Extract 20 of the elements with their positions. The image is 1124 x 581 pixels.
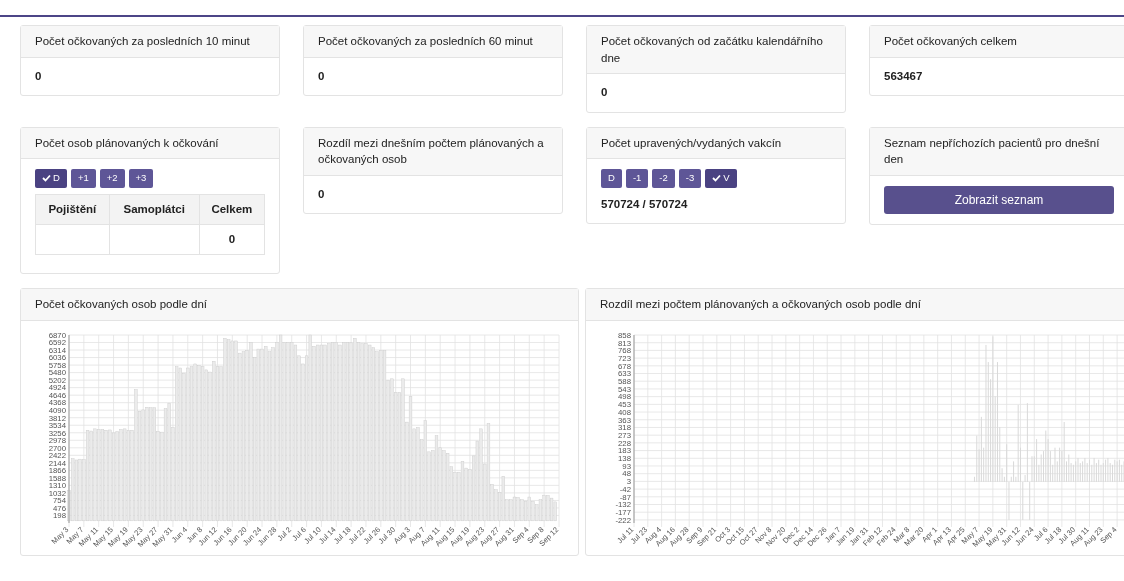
table-cell: 0 bbox=[199, 224, 265, 255]
column-header: Pojištění bbox=[35, 194, 110, 225]
card-header: Počet očkovaných osob podle dní bbox=[21, 289, 578, 321]
card-header: Počet očkovaných za posledních 60 minut bbox=[304, 26, 562, 58]
card-header: Počet očkovaných za posledních 10 minut bbox=[21, 26, 279, 58]
card-header: Rozdíl mezi dnešním počtem plánovaných a očkovaných osob bbox=[304, 127, 562, 176]
value-text: 0 bbox=[601, 85, 609, 101]
value-text: 0 bbox=[318, 68, 326, 84]
card-header: Počet upravených/vydaných vakcín bbox=[587, 127, 845, 160]
column-header: Celkem bbox=[199, 194, 265, 225]
value-text: 563467 bbox=[884, 68, 924, 84]
card-header: Počet osob plánovaných k očkování bbox=[21, 127, 279, 160]
card-header: Rozdíl mezi počtem plánovaných a očkovaných osob podle dní bbox=[586, 289, 1124, 321]
value-text: 0 bbox=[35, 68, 43, 84]
value-text: 0 bbox=[318, 186, 326, 202]
card-header: Seznam nepříchozích pacientů pro dnešní den bbox=[870, 127, 1124, 176]
value-text: 570724 / 570724 bbox=[601, 196, 689, 212]
card-header: Počet očkovaných od začátku kalendářního dne bbox=[587, 26, 845, 75]
card-header: Počet očkovaných celkem bbox=[870, 26, 1124, 58]
column-header: Samoplátci bbox=[109, 194, 200, 225]
